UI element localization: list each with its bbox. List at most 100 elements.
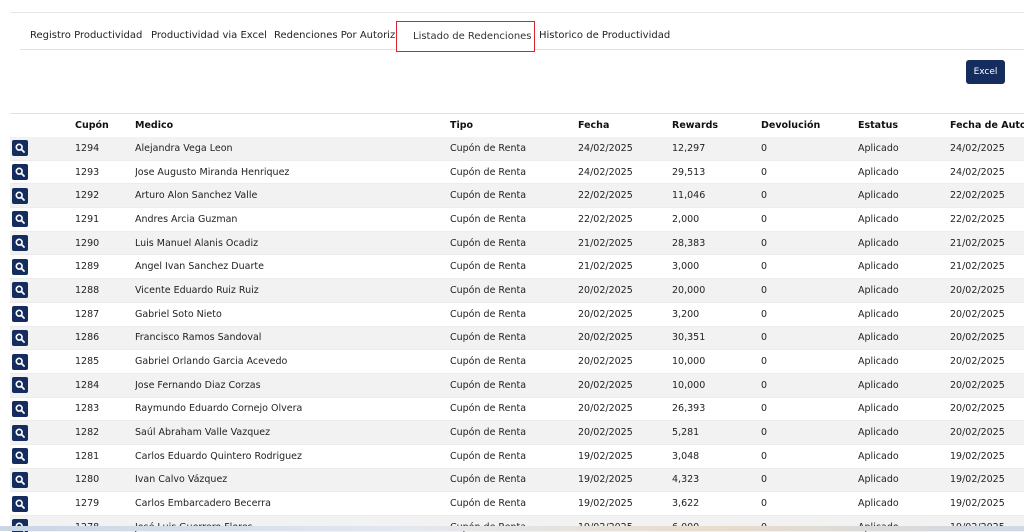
cell-actions — [10, 468, 75, 492]
cell-estatus: Aplicado — [858, 255, 950, 279]
cell-fecha-autorizacion: 22/02/2025 — [950, 208, 1024, 232]
cell-fecha-autorizacion: 19/02/2025 — [950, 444, 1024, 468]
cell-rewards: 10,000 — [672, 350, 761, 374]
cell-cupon: 1292 — [75, 184, 135, 208]
cell-devolucion: 0 — [761, 421, 858, 445]
view-detail-button[interactable] — [12, 211, 28, 227]
cell-fecha: 20/02/2025 — [578, 421, 672, 445]
cell-actions — [10, 184, 75, 208]
table-row: 1279Carlos Embarcadero BecerraCupón de R… — [10, 492, 1024, 516]
cell-medico: Jose Fernando Diaz Corzas — [135, 373, 450, 397]
cell-medico: Vicente Eduardo Ruiz Ruiz — [135, 279, 450, 303]
cell-cupon: 1286 — [75, 326, 135, 350]
cell-actions — [10, 326, 75, 350]
view-detail-button[interactable] — [12, 235, 28, 251]
cell-fecha-autorizacion: 20/02/2025 — [950, 279, 1024, 303]
cell-estatus: Aplicado — [858, 373, 950, 397]
view-detail-button[interactable] — [12, 330, 28, 346]
table-row: 1293Jose Augusto Miranda HenriquezCupón … — [10, 160, 1024, 184]
view-detail-button[interactable] — [12, 164, 28, 180]
cell-fecha-autorizacion: 22/02/2025 — [950, 184, 1024, 208]
search-icon — [15, 238, 25, 248]
header-actions — [10, 114, 75, 137]
search-icon — [15, 143, 25, 153]
header-medico[interactable]: Medico — [135, 114, 450, 137]
cell-estatus: Aplicado — [858, 208, 950, 232]
table-row: 1284Jose Fernando Diaz CorzasCupón de Re… — [10, 373, 1024, 397]
view-detail-button[interactable] — [12, 354, 28, 370]
view-detail-button[interactable] — [12, 188, 28, 204]
table-header-row: Cupón Medico Tipo Fecha Rewards Devoluci… — [10, 114, 1024, 137]
cell-devolucion: 0 — [761, 208, 858, 232]
cell-estatus: Aplicado — [858, 492, 950, 516]
header-cupon[interactable]: Cupón — [75, 114, 135, 137]
view-detail-button[interactable] — [12, 377, 28, 393]
table-row: 1292Arturo Alon Sanchez ValleCupón de Re… — [10, 184, 1024, 208]
cell-estatus: Aplicado — [858, 444, 950, 468]
header-estatus[interactable]: Estatus — [858, 114, 950, 137]
cell-tipo: Cupón de Renta — [450, 326, 578, 350]
cell-fecha: 24/02/2025 — [578, 160, 672, 184]
header-tipo[interactable]: Tipo — [450, 114, 578, 137]
cell-devolucion: 0 — [761, 326, 858, 350]
bottom-edge — [0, 526, 1024, 531]
cell-actions — [10, 279, 75, 303]
header-rewards[interactable]: Rewards — [672, 114, 761, 137]
tab-productividad-via-excel[interactable]: Productividad via Excel — [141, 22, 277, 49]
header-fecha[interactable]: Fecha — [578, 114, 672, 137]
view-detail-button[interactable] — [12, 401, 28, 417]
cell-fecha: 20/02/2025 — [578, 397, 672, 421]
view-detail-button[interactable] — [12, 472, 28, 488]
cell-medico: Andres Arcia Guzman — [135, 208, 450, 232]
view-detail-button[interactable] — [12, 306, 28, 322]
view-detail-button[interactable] — [12, 140, 28, 156]
cell-tipo: Cupón de Renta — [450, 421, 578, 445]
tab-redenciones-por-autorizar[interactable]: Redenciones Por Autorizar — [264, 22, 415, 49]
tab-historico-de-productividad[interactable]: Historico de Productividad — [529, 22, 680, 49]
cell-actions — [10, 397, 75, 421]
view-detail-button[interactable] — [12, 425, 28, 441]
cell-medico: Gabriel Orlando Garcia Acevedo — [135, 350, 450, 374]
cell-medico: Carlos Eduardo Quintero Rodriguez — [135, 444, 450, 468]
view-detail-button[interactable] — [12, 282, 28, 298]
cell-rewards: 12,297 — [672, 137, 761, 160]
search-icon — [15, 333, 25, 343]
cell-estatus: Aplicado — [858, 326, 950, 350]
cell-estatus: Aplicado — [858, 350, 950, 374]
view-detail-button[interactable] — [12, 448, 28, 464]
cell-tipo: Cupón de Renta — [450, 492, 578, 516]
cell-cupon: 1283 — [75, 397, 135, 421]
header-devolucion[interactable]: Devolución — [761, 114, 858, 137]
search-icon — [15, 499, 25, 509]
cell-cupon: 1293 — [75, 160, 135, 184]
search-icon — [15, 475, 25, 485]
cell-fecha: 20/02/2025 — [578, 373, 672, 397]
excel-export-button[interactable]: Excel — [966, 60, 1005, 84]
cell-rewards: 30,351 — [672, 326, 761, 350]
cell-tipo: Cupón de Renta — [450, 468, 578, 492]
cell-fecha: 19/02/2025 — [578, 468, 672, 492]
cell-medico: Gabriel Soto Nieto — [135, 302, 450, 326]
cell-medico: Raymundo Eduardo Cornejo Olvera — [135, 397, 450, 421]
cell-medico: Saúl Abraham Valle Vazquez — [135, 421, 450, 445]
table-row: 1280Ivan Calvo VázquezCupón de Renta19/0… — [10, 468, 1024, 492]
cell-rewards: 3,048 — [672, 444, 761, 468]
cell-cupon: 1285 — [75, 350, 135, 374]
cell-estatus: Aplicado — [858, 397, 950, 421]
header-fecha-autorizacion[interactable]: Fecha de Autori — [950, 114, 1024, 137]
cell-estatus: Aplicado — [858, 231, 950, 255]
table-row: 1288Vicente Eduardo Ruiz RuizCupón de Re… — [10, 279, 1024, 303]
cell-estatus: Aplicado — [858, 279, 950, 303]
cell-medico: Carlos Embarcadero Becerra — [135, 492, 450, 516]
cell-rewards: 2,000 — [672, 208, 761, 232]
view-detail-button[interactable] — [12, 259, 28, 275]
tab-registro-productividad[interactable]: Registro Productividad — [20, 22, 152, 49]
table-row: 1283Raymundo Eduardo Cornejo OlveraCupón… — [10, 397, 1024, 421]
view-detail-button[interactable] — [12, 496, 28, 512]
cell-devolucion: 0 — [761, 255, 858, 279]
tab-listado-de-redenciones[interactable]: Listado de Redenciones — [396, 21, 535, 52]
cell-rewards: 28,383 — [672, 231, 761, 255]
cell-rewards: 5,281 — [672, 421, 761, 445]
cell-devolucion: 0 — [761, 492, 858, 516]
cell-tipo: Cupón de Renta — [450, 160, 578, 184]
